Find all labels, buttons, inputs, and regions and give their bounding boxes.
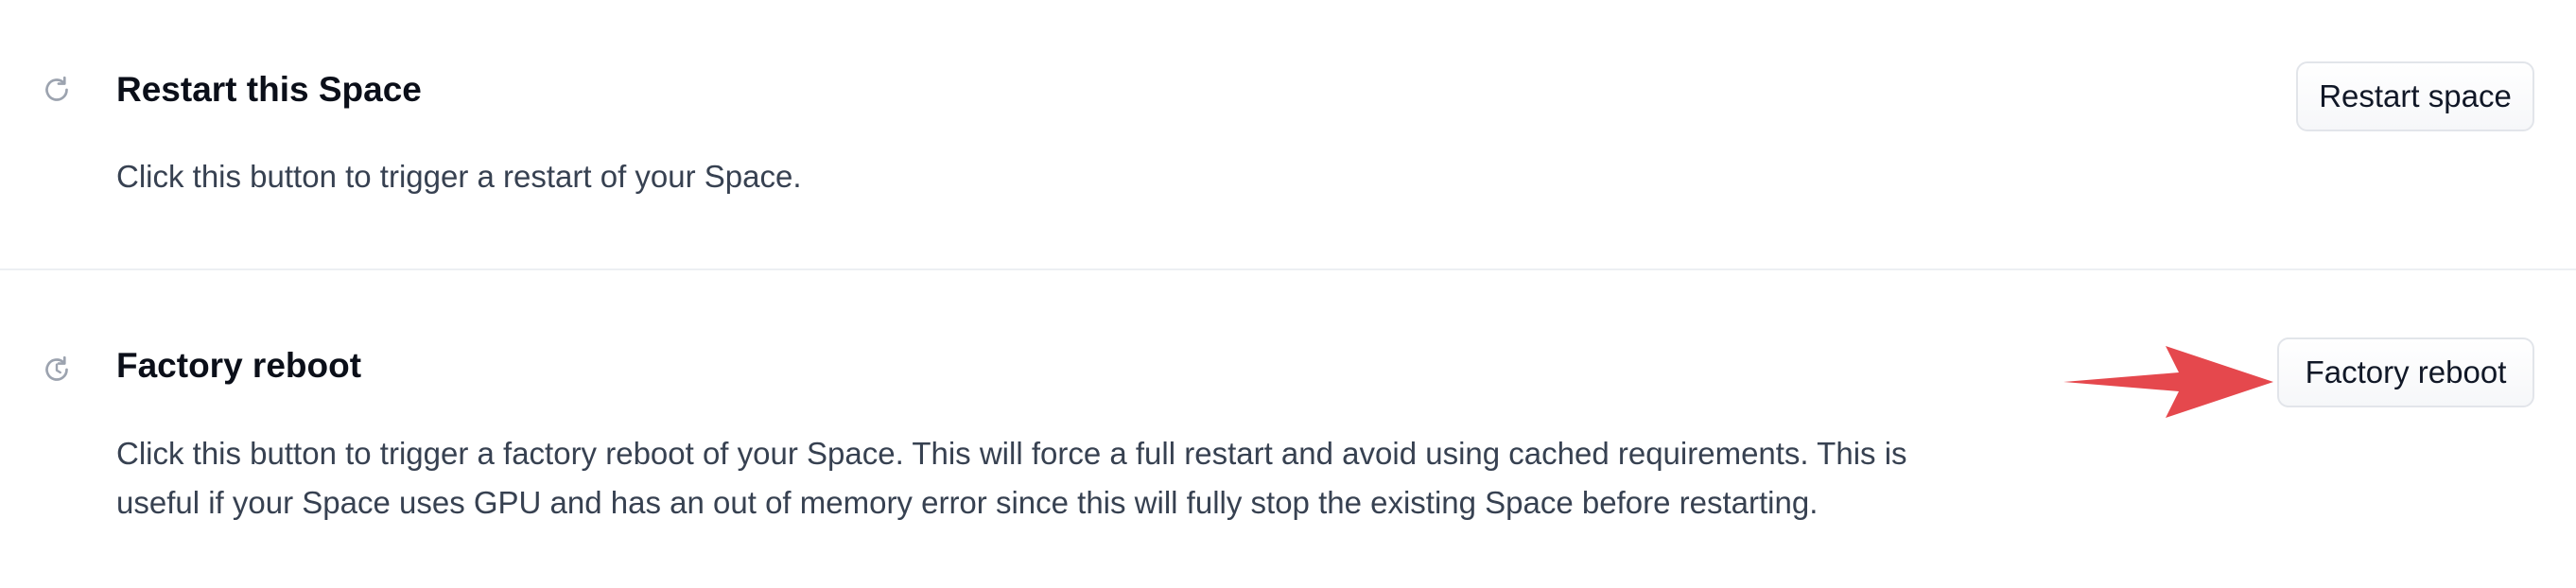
restart-section-title: Restart this Space	[116, 70, 422, 109]
restart-section-description: Click this button to trigger a restart o…	[116, 159, 802, 194]
factory-reboot-section: Factory reboot Click this button to trig…	[0, 269, 2576, 588]
factory-section-description: Click this button to trigger a factory r…	[116, 436, 1907, 520]
factory-section-title: Factory reboot	[116, 346, 362, 385]
restart-space-button[interactable]: Restart space	[2296, 61, 2534, 131]
restart-space-section: Restart this Space Click this button to …	[0, 0, 2576, 268]
red-arrow-pointer-icon	[2063, 346, 2273, 418]
factory-reboot-icon	[45, 355, 68, 381]
factory-reboot-button[interactable]: Factory reboot	[2277, 337, 2534, 407]
refresh-icon	[45, 76, 68, 101]
